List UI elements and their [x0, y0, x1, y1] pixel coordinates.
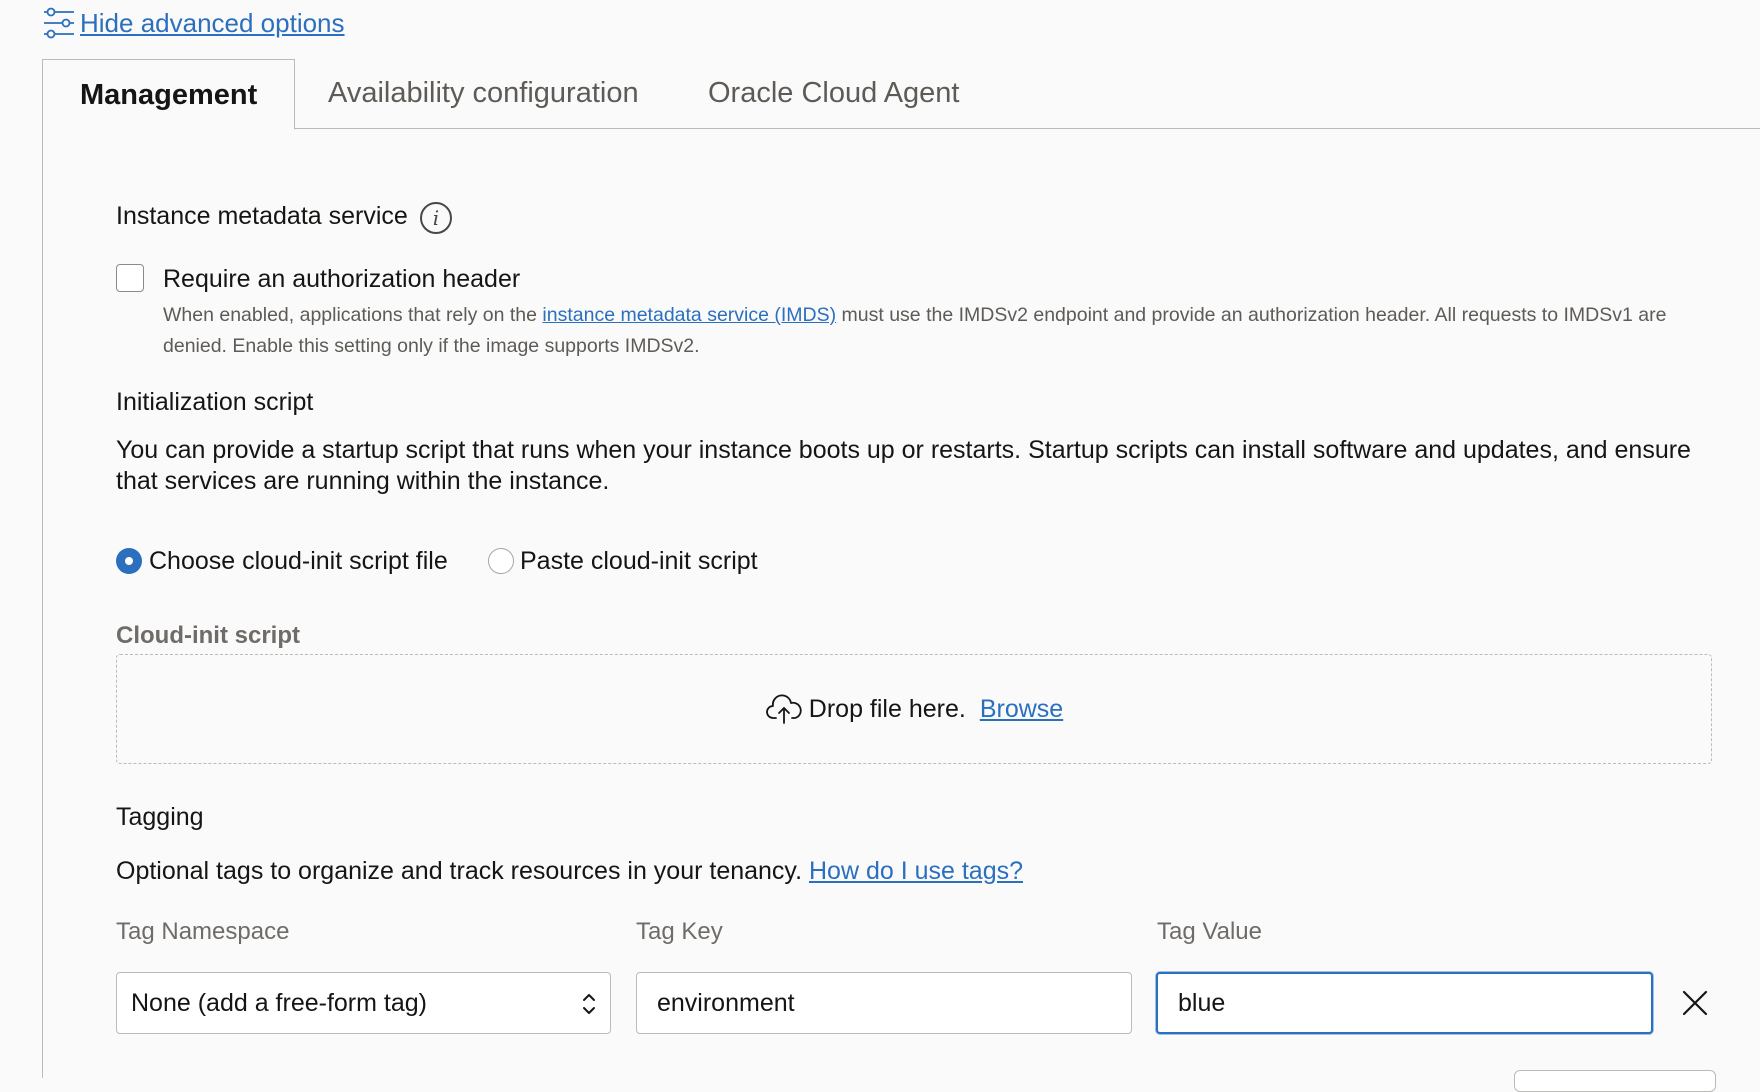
tag-value-input[interactable]: blue [1156, 972, 1653, 1034]
panel-border [42, 128, 43, 1078]
cloud-init-script-label: Cloud-init script [116, 622, 300, 649]
cloud-upload-icon [765, 694, 802, 724]
tagging-section-title: Tagging [116, 803, 204, 831]
tag-namespace-select[interactable]: None (add a free-form tag) [116, 972, 611, 1034]
tag-key-input[interactable]: environment [636, 972, 1132, 1034]
radio-choose-file-label[interactable]: Choose cloud-init script file [149, 547, 448, 576]
init-script-description: You can provide a startup script that ru… [116, 436, 1691, 495]
file-dropzone[interactable]: Drop file here. Browse [116, 654, 1712, 764]
tag-namespace-label: Tag Namespace [116, 918, 290, 945]
add-tag-button[interactable] [1514, 1070, 1716, 1092]
browse-link[interactable]: Browse [980, 695, 1063, 724]
require-auth-header-label[interactable]: Require an authorization header [163, 265, 520, 294]
tagging-description: Optional tags to organize and track reso… [116, 857, 1023, 885]
radio-choose-file[interactable] [116, 548, 142, 574]
sliders-icon [44, 7, 74, 39]
tab-oracle-cloud-agent[interactable]: Oracle Cloud Agent [708, 58, 959, 128]
init-script-section-title: Initialization script [116, 388, 314, 416]
hide-advanced-options-label: Hide advanced options [80, 7, 345, 38]
tab-availability-configuration[interactable]: Availability configuration [328, 58, 639, 128]
select-chevrons-icon [583, 994, 595, 1014]
hide-advanced-options-link[interactable]: Hide advanced options [42, 6, 345, 40]
tab-bar: Management Availability configuration Or… [42, 58, 1760, 130]
require-auth-header-checkbox[interactable] [116, 264, 144, 292]
imds-section-title: Instance metadata service [116, 202, 408, 230]
tab-management[interactable]: Management [42, 59, 296, 130]
tags-help-link[interactable]: How do I use tags? [809, 857, 1023, 885]
imds-help-text: When enabled, applications that rely on … [163, 304, 1667, 357]
remove-tag-close-icon[interactable] [1680, 988, 1710, 1018]
imds-doc-link[interactable]: instance metadata service (IMDS) [542, 304, 836, 326]
info-icon[interactable]: i [420, 202, 452, 234]
tag-value-label: Tag Value [1157, 918, 1262, 945]
radio-paste-script[interactable] [488, 548, 514, 574]
tag-key-label: Tag Key [636, 918, 723, 945]
drop-file-text: Drop file here. [808, 694, 966, 723]
radio-paste-script-label[interactable]: Paste cloud-init script [520, 547, 758, 576]
